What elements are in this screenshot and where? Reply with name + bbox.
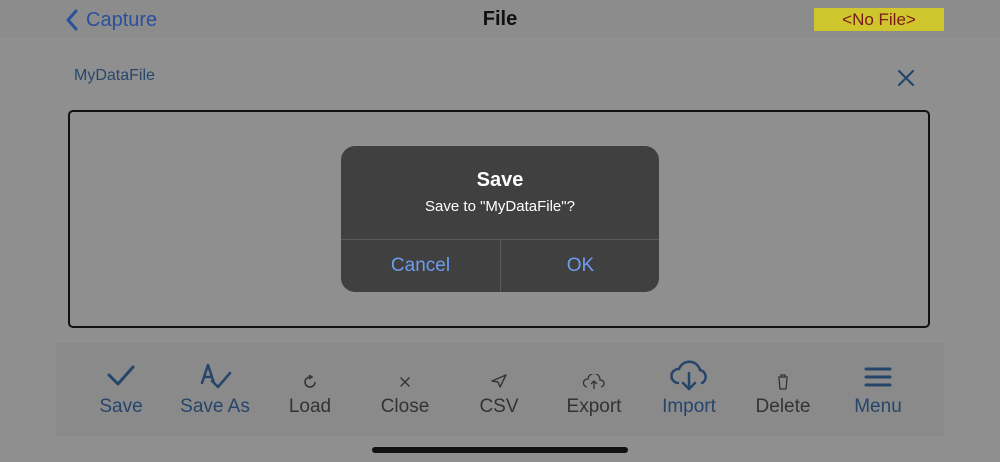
bottom-toolbar: Save Save As Load Close CSV Export Impor… — [56, 343, 944, 436]
trash-icon — [778, 374, 788, 390]
export-button[interactable]: Export — [547, 343, 641, 436]
reload-icon — [304, 375, 316, 388]
filename-field[interactable]: MyDataFile — [74, 67, 155, 85]
checkmark-icon — [107, 365, 135, 386]
save-as-button[interactable]: Save As — [168, 343, 262, 436]
alert-cancel-button[interactable]: Cancel — [341, 240, 500, 292]
load-button[interactable]: Load — [263, 343, 357, 436]
hamburger-menu-icon — [864, 367, 892, 387]
close-icon — [400, 377, 410, 387]
save-button[interactable]: Save — [74, 343, 168, 436]
delete-button[interactable]: Delete — [736, 343, 830, 436]
save-label: Save — [99, 396, 143, 417]
close-label: Close — [380, 396, 430, 417]
home-indicator[interactable] — [372, 447, 628, 453]
alert-message: Save to "MyDataFile"? — [425, 198, 575, 215]
cloud-download-icon — [670, 360, 707, 391]
file-status-badge[interactable]: <No File> — [814, 8, 944, 31]
menu-label: Menu — [854, 396, 902, 417]
csv-button[interactable]: CSV — [452, 343, 546, 436]
import-label: Import — [662, 396, 716, 417]
clear-filename-icon[interactable] — [894, 66, 918, 90]
save-alert-dialog: Save Save to "MyDataFile"? Cancel OK — [341, 146, 659, 292]
import-button[interactable]: Import — [642, 343, 736, 436]
close-button[interactable]: Close — [358, 343, 452, 436]
load-label: Load — [288, 396, 332, 417]
delete-label: Delete — [755, 396, 811, 417]
csv-label: CSV — [479, 396, 519, 417]
send-icon — [491, 374, 507, 388]
alert-title: Save — [476, 169, 524, 191]
navigation-bar: Capture File <No File> — [0, 0, 1000, 38]
save-as-icon — [200, 363, 232, 389]
alert-ok-button[interactable]: OK — [501, 240, 659, 292]
export-label: Export — [566, 396, 622, 417]
cloud-upload-icon — [582, 374, 605, 389]
save-as-label: Save As — [180, 396, 250, 417]
menu-button[interactable]: Menu — [831, 343, 925, 436]
